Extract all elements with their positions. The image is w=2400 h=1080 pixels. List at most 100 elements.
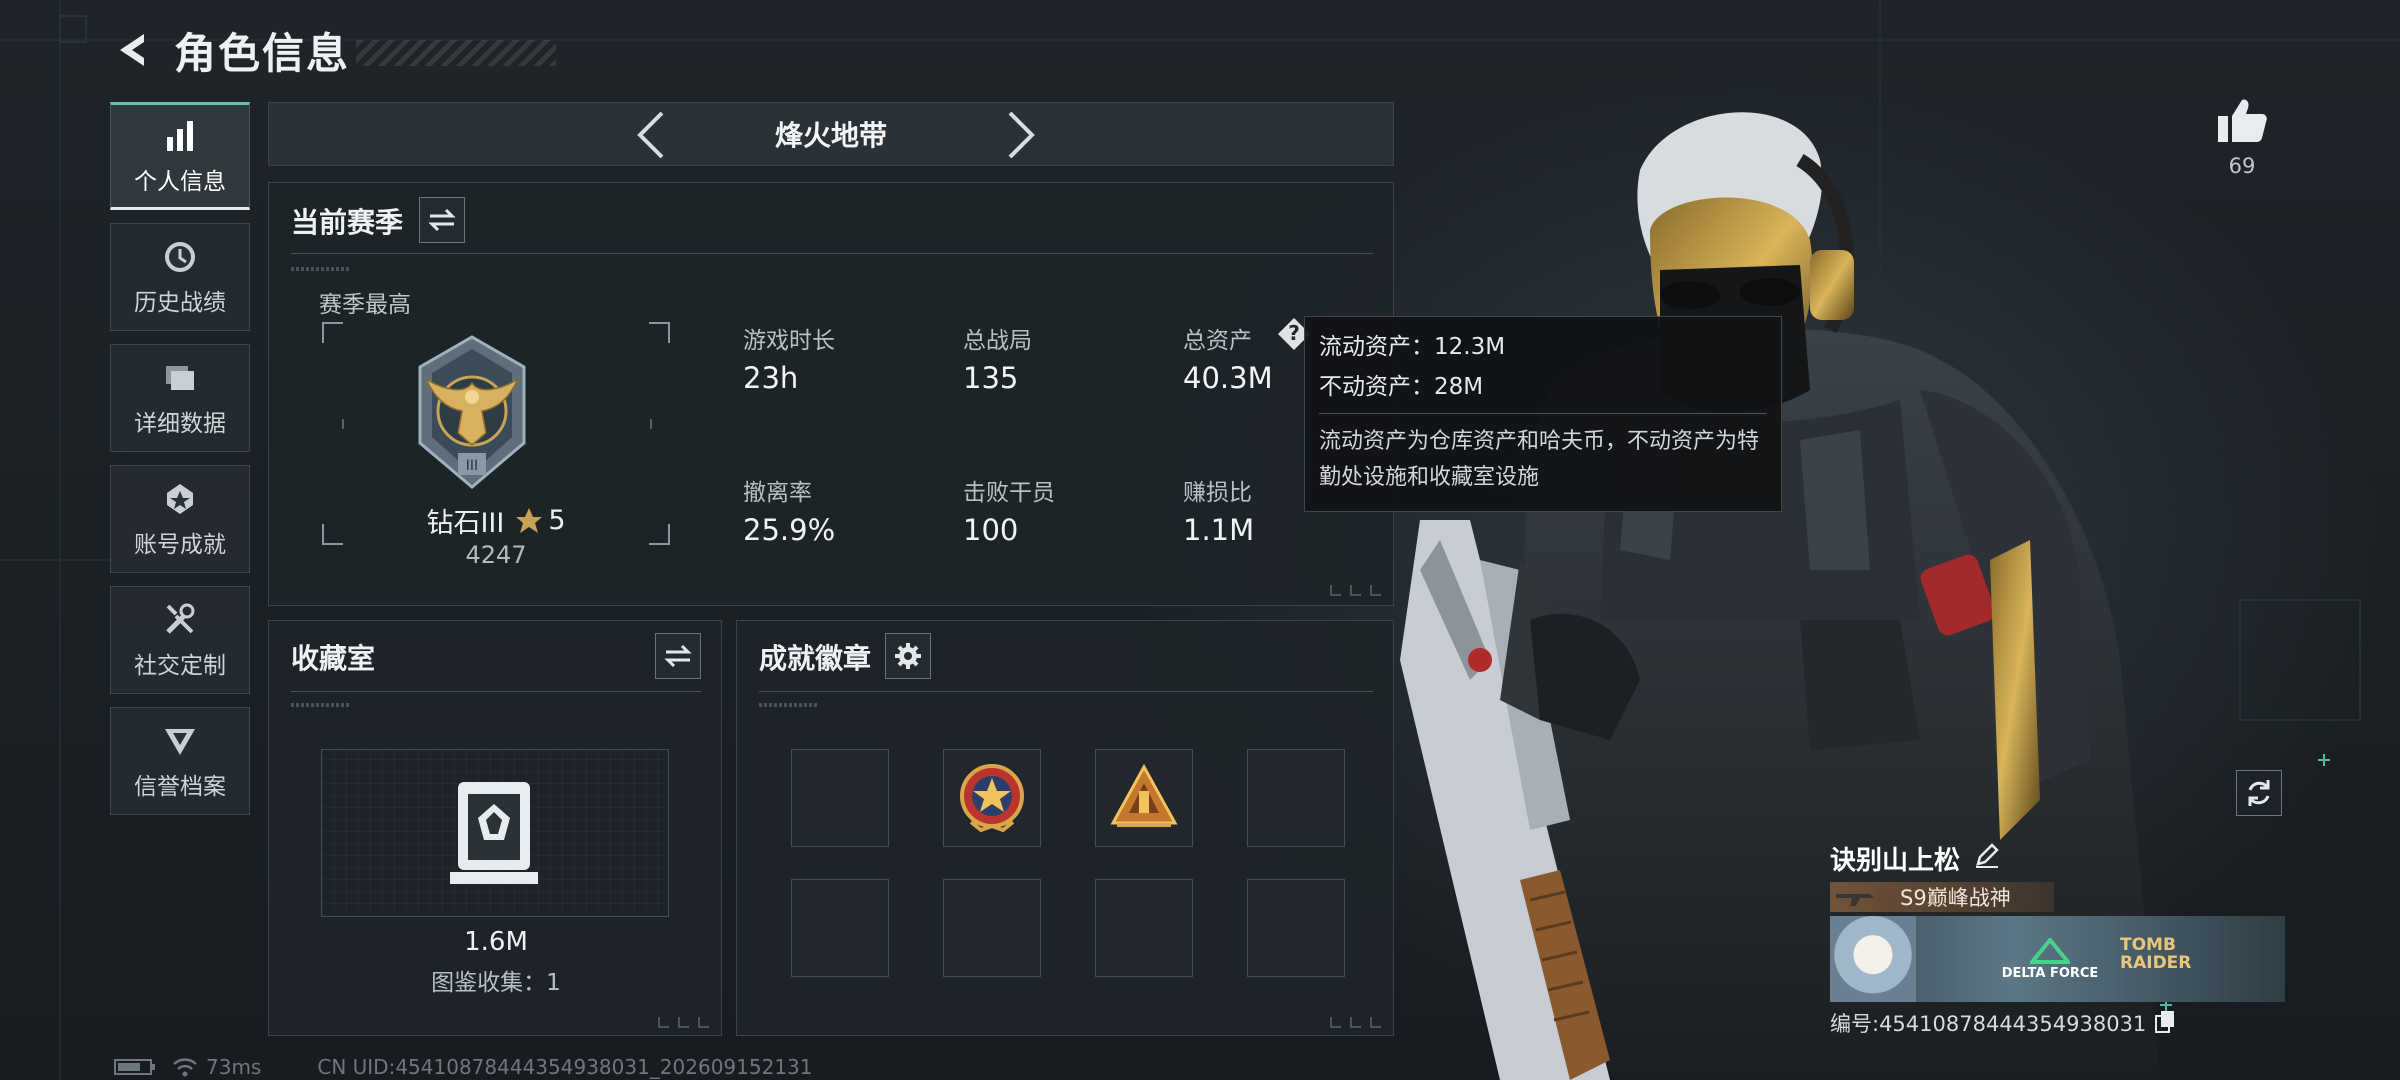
badge-slot-empty[interactable] <box>1095 879 1193 977</box>
rank-name: 钻石III <box>426 508 505 539</box>
triangle-medal-badge-icon <box>1110 763 1178 827</box>
sidebar-item-label: 详细数据 <box>134 411 226 437</box>
sidebar-item-social[interactable]: 社交定制 <box>110 586 250 694</box>
rank-stars: 5 <box>548 505 566 536</box>
stat-value-profit-ratio: 1.1M <box>1183 513 1255 547</box>
edit-name-button[interactable] <box>1974 842 2000 875</box>
back-button[interactable] <box>110 26 158 74</box>
badges-panel: 成就徽章 <box>736 620 1394 1036</box>
player-name-row: 诀别山上松 <box>1830 838 2285 878</box>
stat-label-extraction-rate: 撤离率 <box>743 480 812 506</box>
title-decoration <box>356 40 557 66</box>
stat-value-operators-defeated: 100 <box>963 513 1019 547</box>
collection-value: 1.6M <box>464 927 528 957</box>
rotate-model-button[interactable] <box>2236 770 2282 816</box>
tooltip-note: 流动资产为仓库资产和哈夫币，不动资产为特勤处设施和收藏室设施 <box>1319 429 1760 490</box>
collection-switch-button[interactable] <box>655 633 701 679</box>
collection-preview[interactable] <box>321 749 669 917</box>
sidebar-item-label: 社交定制 <box>134 653 226 679</box>
like-button[interactable]: 69 <box>2212 96 2272 178</box>
corner-decoration <box>658 1017 709 1028</box>
cn-uid: CN UID:45410878444354938031_202609152131 <box>317 1055 813 1079</box>
player-card: 诀别山上松 S9巅峰战神 DELTA FORCE TOMB RAIDER 编号:… <box>1830 838 2285 1038</box>
achievement-icon <box>160 479 200 519</box>
stat-label-profit-ratio: 赚损比 <box>1183 480 1252 506</box>
battery-icon <box>114 1059 155 1075</box>
swap-icon <box>664 644 692 668</box>
sidebar-item-detailed-data[interactable]: 详细数据 <box>110 344 250 452</box>
swap-icon <box>428 208 456 232</box>
player-uid: 编号:4541087844435493803​1 <box>1830 1012 2147 1036</box>
banner-logo-tomb-raider: TOMB RAIDER <box>2120 935 2192 973</box>
badge-slot-empty[interactable] <box>791 879 889 977</box>
back-arrow-icon <box>120 34 144 66</box>
delta-force-logo-icon <box>2030 938 2070 964</box>
mode-title: 烽火地带 <box>774 119 887 152</box>
divider <box>291 253 1373 254</box>
tools-icon <box>160 600 200 640</box>
diamond-rank-emblem: III <box>418 335 526 489</box>
display-case-icon <box>450 782 538 884</box>
stat-label-operators-defeated: 击败干员 <box>963 480 1055 506</box>
star-medal-badge-icon <box>960 764 1024 833</box>
sidebar-item-label: 信誉档案 <box>134 774 226 800</box>
badge-slot-star[interactable] <box>943 749 1041 847</box>
stat-label-total-assets: 总资产 <box>1183 328 1252 354</box>
stat-value-total-assets: 40.3M <box>1183 361 1273 395</box>
stat-label-playtime: 游戏时长 <box>743 328 835 354</box>
divider <box>291 691 701 692</box>
tooltip-fixed-assets: 不动资产：28M <box>1319 374 1484 400</box>
copy-uid-button[interactable] <box>2154 1009 2176 1038</box>
tooltip-divider <box>1319 413 1767 414</box>
chevron-right-icon <box>1008 111 1035 159</box>
gear-icon <box>895 643 921 669</box>
sidebar-item-label: 账号成就 <box>134 532 226 558</box>
page-title: 角色信息 <box>174 28 351 78</box>
sidebar-item-history[interactable]: 历史战绩 <box>110 223 250 331</box>
like-count: 69 <box>2228 154 2256 178</box>
sidebar-item-personal-info[interactable]: 个人信息 <box>110 102 250 210</box>
dots-decoration <box>759 703 819 707</box>
divider <box>759 691 1373 692</box>
season-panel: 当前赛季 赛季最高 III 钻石III 5 4247 游戏时长 23h 总战局 … <box>268 182 1394 606</box>
collection-panel: 收藏室 1.6M 图鉴收集：1 <box>268 620 722 1036</box>
badge-slot-empty[interactable] <box>1247 749 1345 847</box>
rank-name-row: 钻石III 5 <box>269 501 723 540</box>
season-best-label: 赛季最高 <box>319 292 411 318</box>
ping-value: 73ms <box>206 1055 262 1079</box>
badge-slot-empty[interactable] <box>1247 879 1345 977</box>
sidebar-item-achievements[interactable]: 账号成就 <box>110 465 250 573</box>
badge-slot-empty[interactable] <box>791 749 889 847</box>
badges-settings-button[interactable] <box>885 633 931 679</box>
corner-decoration <box>1330 585 1381 596</box>
collection-panel-title: 收藏室 <box>291 642 376 675</box>
sidebar-item-label: 历史战绩 <box>134 290 226 316</box>
status-bar: 73ms CN UID:45410878444354938031_2026091… <box>114 1054 813 1080</box>
season-switch-button[interactable] <box>419 197 465 243</box>
player-banner[interactable]: DELTA FORCE TOMB RAIDER <box>1830 916 2285 1002</box>
stat-value-playtime: 23h <box>743 361 799 395</box>
pencil-icon <box>1976 842 1999 868</box>
sidebar-item-reputation[interactable]: 信誉档案 <box>110 707 250 815</box>
mode-selector: 烽火地带 <box>268 102 1394 166</box>
chevron-left-icon <box>637 111 664 159</box>
tooltip-liquid-assets: 流动资产：12.3M <box>1319 334 1506 360</box>
badge-slot-empty[interactable] <box>943 879 1041 977</box>
header: 角色信息 <box>110 18 557 82</box>
mode-prev-button[interactable] <box>627 111 675 159</box>
badges-panel-title: 成就徽章 <box>759 642 872 675</box>
dots-decoration <box>291 267 351 271</box>
thumbs-up-icon <box>2218 99 2267 142</box>
banner-logo-delta-force: DELTA FORCE <box>2001 966 2099 981</box>
folder-icon <box>160 358 200 398</box>
collection-count: 图鉴收集：1 <box>431 970 561 996</box>
asset-tooltip: 流动资产：12.3M 不动资产：28M 流动资产为仓库资产和哈夫币，不动资产为特… <box>1304 316 1782 512</box>
mode-next-button[interactable] <box>997 111 1045 159</box>
badge-slot-triangle[interactable] <box>1095 749 1193 847</box>
player-uid-row: 编号:4541087844435493803​1 <box>1830 1008 2285 1038</box>
dots-decoration <box>291 703 351 707</box>
reputation-icon <box>160 721 200 761</box>
player-avatar[interactable] <box>1830 916 1916 1002</box>
rank-star-icon <box>516 507 543 533</box>
copy-icon <box>2155 1010 2175 1033</box>
